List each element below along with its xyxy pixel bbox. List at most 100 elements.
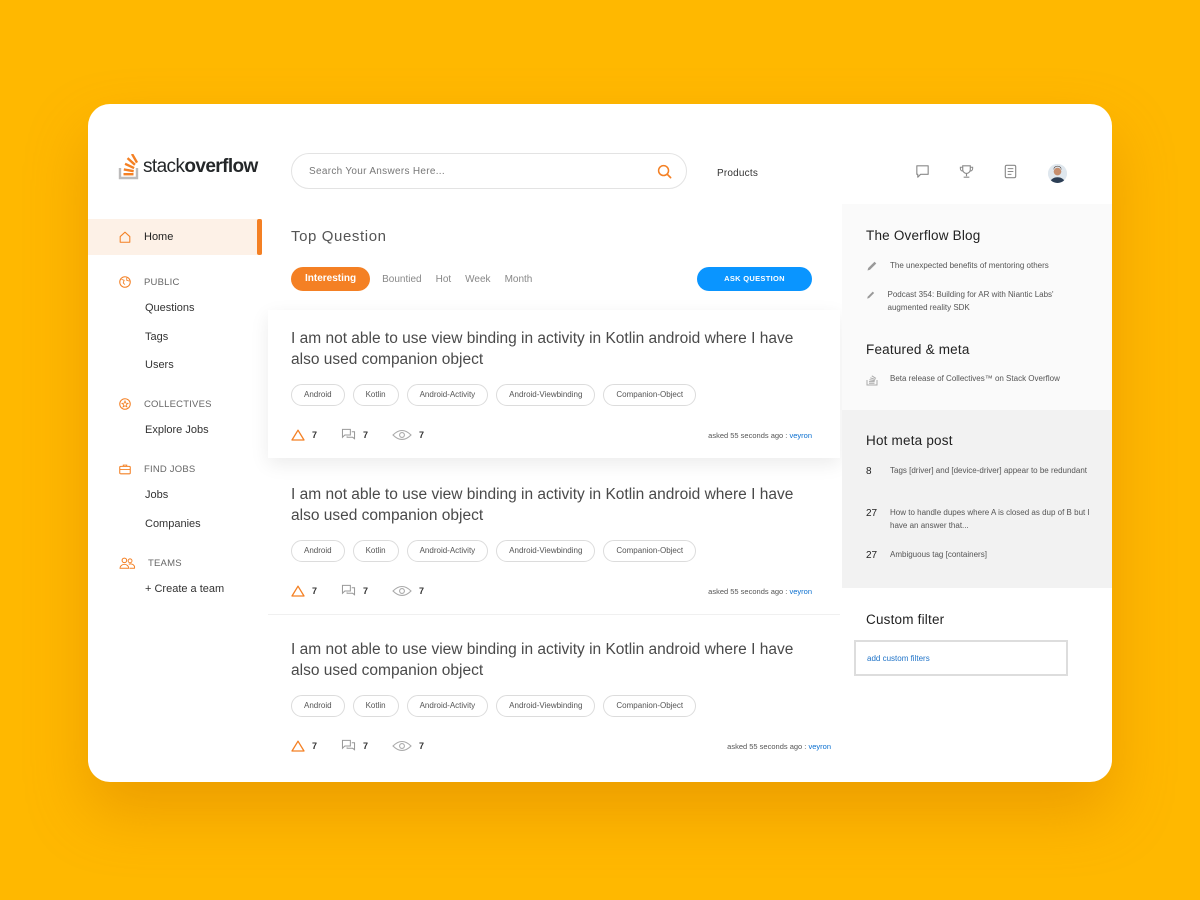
tab-week[interactable]: Week (465, 274, 490, 285)
tag[interactable]: Android-Viewbinding (496, 540, 596, 562)
tag[interactable]: Kotlin (352, 695, 399, 717)
question-card: I am not able to use view binding in act… (268, 466, 840, 614)
pencil-icon (867, 291, 875, 299)
blog-item[interactable]: Podcast 354: Building for AR with Nianti… (866, 289, 1086, 314)
tab-month[interactable]: Month (505, 274, 533, 285)
tag[interactable]: Android-Activity (406, 540, 489, 562)
tab-interesting[interactable]: Interesting (291, 267, 371, 291)
pencil-icon (867, 261, 877, 271)
search-icon[interactable] (657, 164, 672, 179)
tab-bountied[interactable]: Bountied (382, 274, 421, 285)
vote-count[interactable]: 7 (291, 585, 317, 597)
ask-question-button[interactable]: ASK QUESTION (697, 267, 812, 291)
sidebar-section-teams-label: TEAMS (148, 557, 182, 569)
sidebar-section-find-jobs-label: FIND JOBS (144, 463, 196, 475)
sidebar-item-companies[interactable]: Companies (145, 518, 201, 530)
tag[interactable]: Kotlin (352, 384, 399, 406)
vote-count[interactable]: 7 (291, 429, 317, 441)
user-link[interactable]: veyron (789, 431, 812, 440)
answer-count-value: 7 (363, 429, 369, 440)
view-count: 7 (392, 740, 424, 752)
vote-count[interactable]: 7 (291, 740, 317, 752)
hot-item-link[interactable]: Tags [driver] and [device-driver] appear… (890, 465, 1090, 478)
question-title[interactable]: I am not able to use view binding in act… (291, 484, 821, 526)
sidebar-section-public-label: PUBLIC (144, 276, 180, 288)
question-card: I am not able to use view binding in act… (268, 614, 840, 762)
question-title[interactable]: I am not able to use view binding in act… (291, 639, 821, 681)
sidebar-item-jobs[interactable]: Jobs (145, 489, 168, 501)
sidebar-section-public: PUBLIC (118, 275, 180, 289)
upvote-icon (291, 585, 305, 597)
answer-count: 7 (341, 584, 368, 597)
tag[interactable]: Android-Viewbinding (496, 695, 596, 717)
search-placeholder: Search Your Answers Here... (309, 165, 445, 177)
tag[interactable]: Android (291, 540, 345, 562)
search-input[interactable]: Search Your Answers Here... (291, 153, 687, 189)
asked-time: asked 55 seconds ago : (708, 587, 788, 596)
sidebar-item-tags[interactable]: Tags (145, 331, 168, 343)
hot-meta-title: Hot meta post (866, 433, 953, 448)
sidebar-item-home[interactable]: Home (88, 219, 262, 255)
vote-count-value: 7 (312, 585, 318, 596)
tag[interactable]: Android-Activity (406, 695, 489, 717)
views-icon (392, 740, 412, 751)
sidebar-section-find-jobs: FIND JOBS (118, 462, 195, 476)
featured-title: Featured & meta (866, 342, 970, 357)
collectives-icon (119, 398, 131, 410)
add-custom-filters-link[interactable]: add custom filters (867, 654, 930, 663)
asked-info: asked 55 seconds ago : veyron (727, 742, 831, 751)
answer-count-value: 7 (363, 740, 369, 751)
achievements-icon[interactable] (958, 163, 975, 180)
question-stats: 7 7 7 (291, 428, 448, 441)
view-count-value: 7 (419, 585, 425, 596)
tag[interactable]: Kotlin (352, 540, 399, 562)
logo-text-light: stack (143, 156, 185, 177)
question-title[interactable]: I am not able to use view binding in act… (291, 328, 821, 370)
asked-info: asked 55 seconds ago : veyron (708, 587, 812, 596)
sidebar-item-create-team[interactable]: + Create a team (145, 583, 224, 595)
view-count: 7 (392, 585, 424, 597)
stackoverflow-logo[interactable]: stackoverflow (118, 154, 258, 180)
tag[interactable]: Companion-Object (603, 384, 697, 406)
answer-count: 7 (341, 428, 368, 441)
hot-item-link[interactable]: Ambiguous tag [containers] (890, 549, 1090, 562)
sidebar-item-questions[interactable]: Questions (145, 302, 195, 314)
vote-count-value: 7 (312, 429, 318, 440)
tag[interactable]: Android-Activity (406, 384, 489, 406)
sidebar-section-collectives: COLLECTIVES (118, 397, 212, 411)
app-window: stackoverflow Search Your Answers Here..… (88, 104, 1112, 782)
products-link[interactable]: Products (717, 168, 758, 179)
sidebar-item-explore-jobs[interactable]: Explore Jobs (145, 424, 209, 436)
asked-time: asked 55 seconds ago : (727, 742, 807, 751)
upvote-icon (291, 429, 305, 441)
sidebar-item-home-label: Home (144, 231, 174, 243)
stack-logo-icon (118, 154, 139, 180)
sidebar-item-users[interactable]: Users (145, 359, 174, 371)
hot-item-count: 27 (866, 508, 878, 519)
featured-item[interactable]: Beta release of Collectives™ on Stack Ov… (866, 373, 1086, 386)
teams-icon (119, 557, 136, 569)
tag[interactable]: Companion-Object (603, 540, 697, 562)
user-link[interactable]: veyron (808, 742, 831, 751)
question-stats: 7 7 7 (291, 584, 448, 597)
blog-item[interactable]: The unexpected benefits of mentoring oth… (866, 260, 1086, 273)
review-queue-icon[interactable] (1002, 163, 1019, 180)
user-avatar[interactable] (1048, 164, 1067, 183)
answers-icon (341, 739, 356, 751)
answer-count-value: 7 (363, 585, 369, 596)
tag[interactable]: Android (291, 695, 345, 717)
user-link[interactable]: veyron (789, 587, 812, 596)
logo-text: stackoverflow (143, 156, 258, 178)
hot-item-link[interactable]: How to handle dupes where A is closed as… (890, 507, 1090, 532)
blog-item-text: Podcast 354: Building for AR with Nianti… (887, 290, 1054, 312)
tag[interactable]: Companion-Object (603, 695, 697, 717)
page-title: Top Question (291, 228, 387, 245)
tag[interactable]: Android (291, 384, 345, 406)
tag[interactable]: Android-Viewbinding (496, 384, 596, 406)
inbox-icon[interactable] (914, 163, 931, 180)
asked-info: asked 55 seconds ago : veyron (708, 431, 812, 440)
blog-title: The Overflow Blog (866, 228, 981, 243)
question-tags: Android Kotlin Android-Activity Android-… (291, 384, 704, 406)
views-icon (392, 585, 412, 596)
tab-hot[interactable]: Hot (436, 274, 452, 285)
